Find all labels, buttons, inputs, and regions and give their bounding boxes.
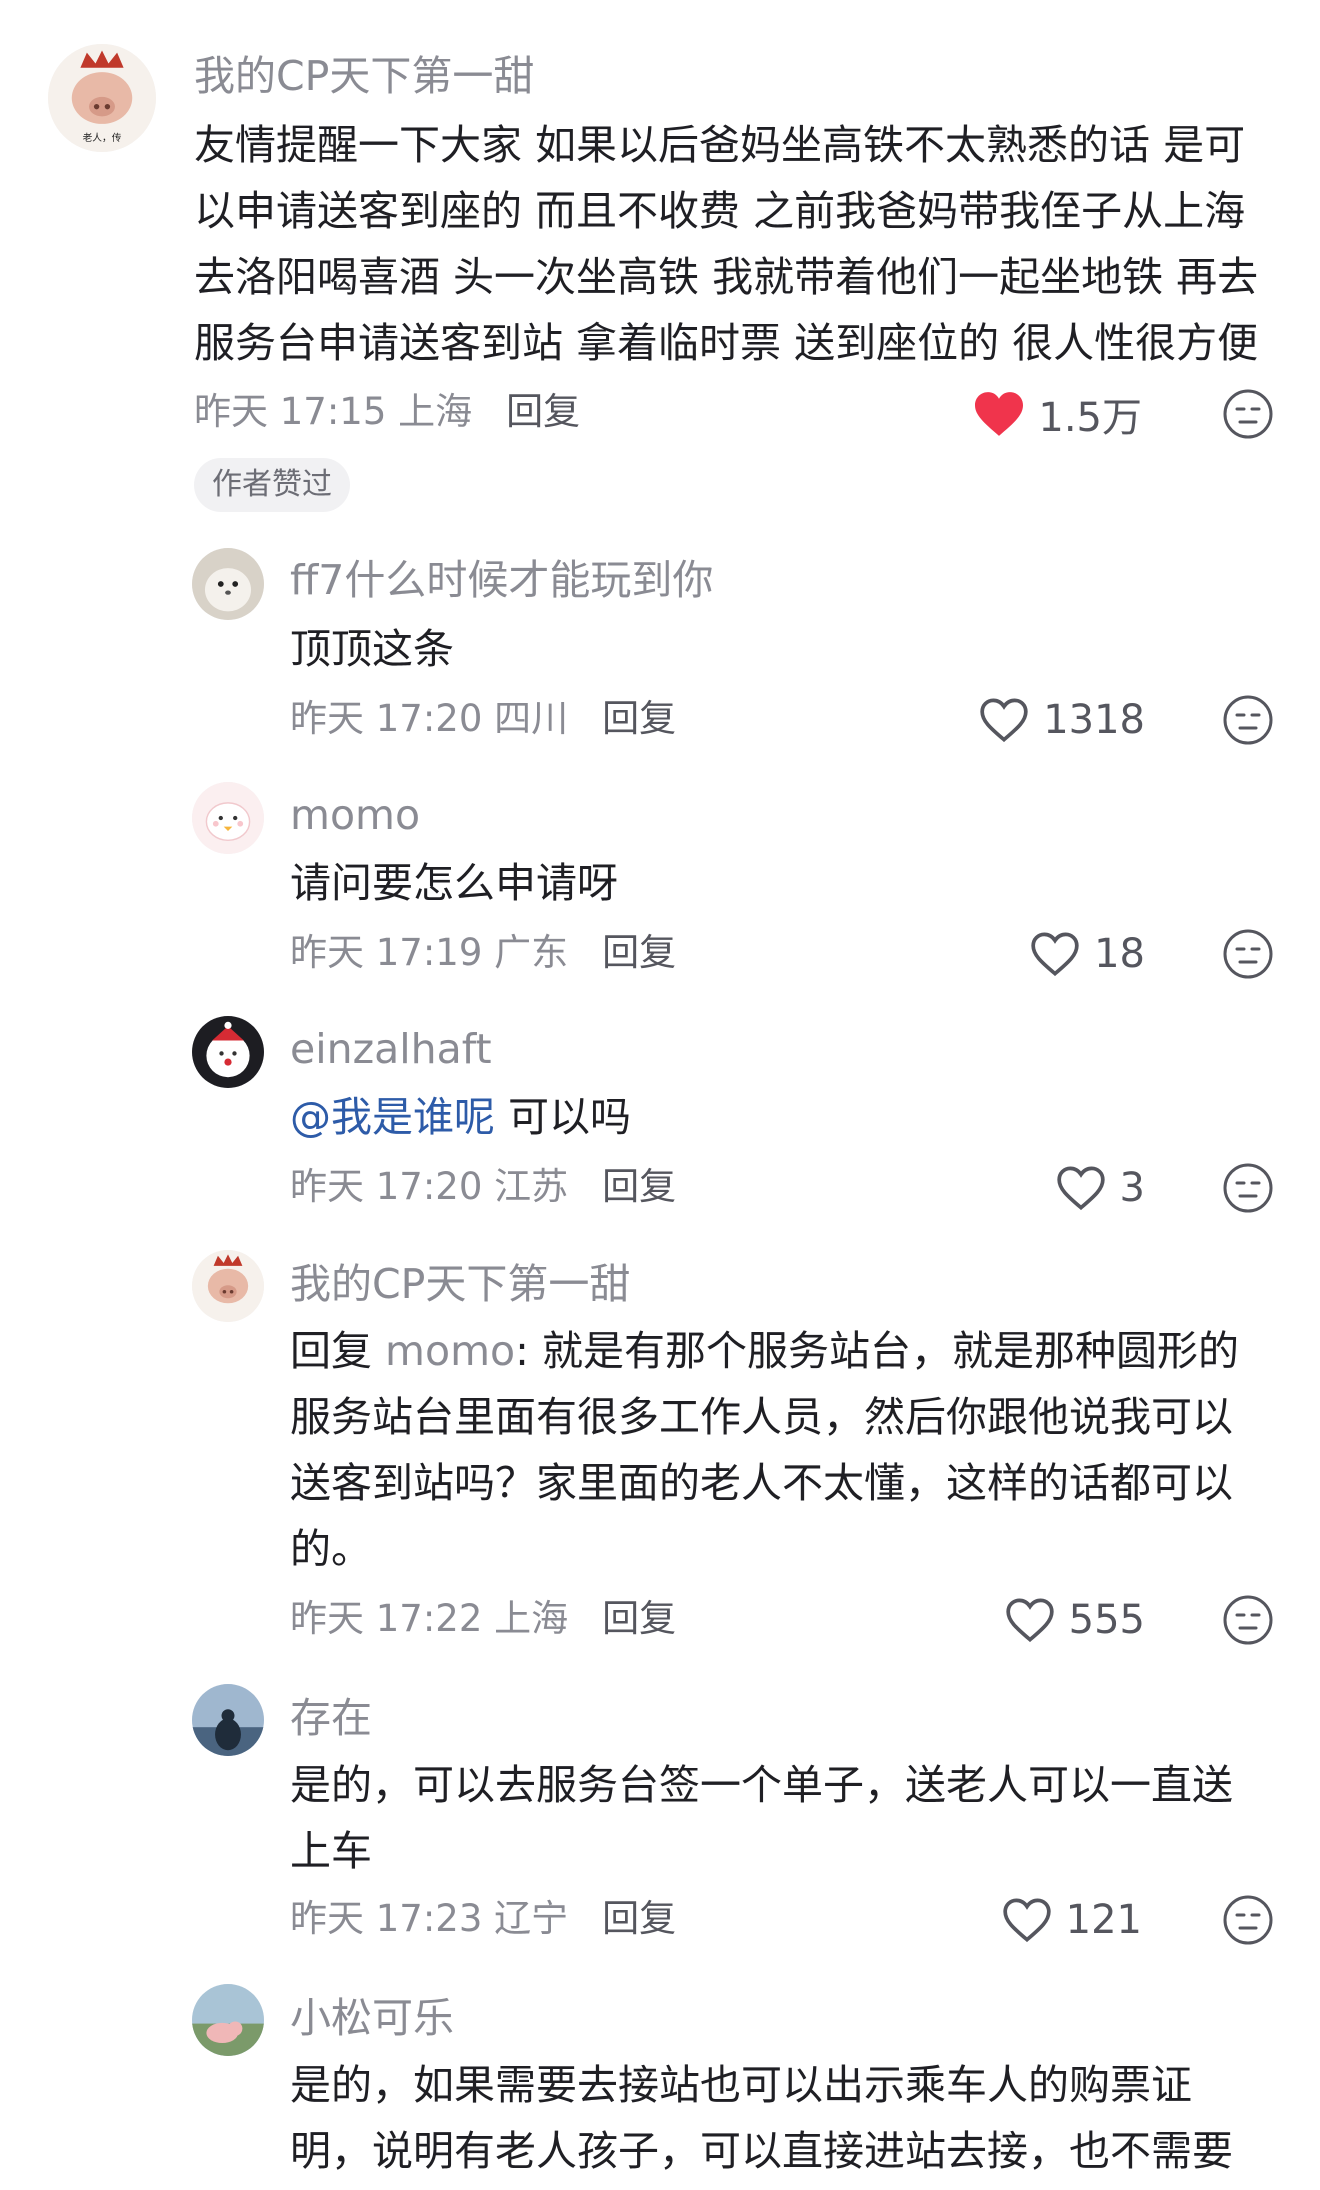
svg-text:老人，传: 老人，传	[83, 131, 122, 144]
like-button[interactable]: 555	[1003, 1590, 1145, 1650]
like-button[interactable]: 121	[1000, 1890, 1142, 1950]
username[interactable]: 小松可乐	[290, 1998, 454, 2039]
like-button[interactable]: 1.5万	[972, 384, 1142, 444]
comment-time: 昨天 17:20 四川	[290, 697, 569, 740]
user-avatar[interactable]: 老人，传	[48, 44, 156, 152]
user-avatar[interactable]	[192, 1984, 264, 2056]
dislike-face-icon	[1223, 695, 1273, 745]
seal-avatar	[192, 548, 264, 620]
comment-meta: 昨天 17:15 上海 回复	[194, 393, 580, 430]
comment-time: 昨天 17:20 江苏	[290, 1165, 569, 1208]
dislike-face-icon	[1223, 389, 1273, 439]
username[interactable]: 我的CP天下第一甜	[194, 56, 534, 97]
heart-icon	[1005, 1598, 1054, 1643]
comment-meta: 昨天 17:23 辽宁 回复	[290, 1900, 676, 1937]
reply-button[interactable]: 回复	[602, 1165, 676, 1208]
comment-text: 是的，可以去服务台签一个单子，送老人可以一直送上车	[290, 1761, 1233, 1875]
user-avatar[interactable]	[192, 1250, 264, 1322]
reply-button[interactable]: 回复	[602, 1897, 676, 1940]
username[interactable]: ff7什么时候才能玩到你	[290, 560, 713, 601]
dislike-button[interactable]	[1222, 928, 1274, 980]
comment-text: 顶顶这条	[290, 625, 454, 673]
heart-icon	[1002, 1898, 1051, 1943]
heart-icon	[975, 392, 1024, 436]
cartoon-chick-avatar	[192, 782, 264, 854]
like-button[interactable]: 18	[1028, 924, 1145, 984]
pig-with-crown-avatar	[192, 1250, 264, 1322]
comment-text: 回复 momo: 就是有那个服务站台，就是那种圆形的服务站台里面有很多工作人员，…	[290, 1318, 1270, 1582]
user-avatar[interactable]	[192, 1684, 264, 1756]
comment-meta: 昨天 17:19 广东 回复	[290, 934, 676, 971]
comment-time: 昨天 17:23 辽宁	[290, 1897, 569, 1940]
user-avatar[interactable]	[192, 782, 264, 854]
dislike-button[interactable]	[1222, 388, 1274, 440]
like-count: 1318	[1043, 697, 1145, 743]
reply-prefix: 回复	[290, 1327, 386, 1375]
landscape-person-avatar	[192, 1684, 264, 1756]
reply-button[interactable]: 回复	[602, 1597, 676, 1640]
dislike-face-icon	[1223, 1595, 1273, 1645]
comment-text: 友情提醒一下大家 如果以后爸妈坐高铁不太熟悉的话 是可以申请送客到座的 而且不收…	[194, 121, 1259, 367]
dislike-face-icon	[1223, 1163, 1273, 1213]
comment-meta: 昨天 17:20 四川 回复	[290, 700, 676, 737]
heart-icon	[1056, 1166, 1105, 1211]
pig-landscape-avatar	[192, 1984, 264, 2056]
like-count: 121	[1065, 1897, 1142, 1943]
reply-button[interactable]: 回复	[602, 697, 676, 740]
user-avatar[interactable]	[192, 1016, 264, 1088]
like-count: 555	[1068, 1597, 1145, 1643]
comment-time: 昨天 17:19 广东	[290, 931, 569, 974]
username[interactable]: 存在	[290, 1698, 372, 1739]
heart-icon	[1031, 932, 1079, 977]
username[interactable]: einzalhaft	[290, 1029, 492, 1070]
comment-time: 昨天 17:22 上海	[290, 1597, 569, 1640]
reply-button[interactable]: 回复	[506, 390, 580, 433]
username[interactable]: momo	[290, 795, 420, 836]
comment-meta: 昨天 17:22 上海 回复	[290, 1600, 676, 1637]
dislike-button[interactable]	[1222, 1894, 1274, 1946]
comment-text: @我是谁呢 可以吗	[290, 1084, 1282, 1150]
comment-text: 请问要怎么申请呀	[290, 859, 618, 907]
dislike-face-icon	[1223, 1895, 1273, 1945]
author-liked-badge: 作者赞过	[194, 458, 350, 512]
like-count: 18	[1094, 931, 1145, 977]
dislike-face-icon	[1223, 929, 1273, 979]
pig-with-crown-avatar: 老人，传	[48, 44, 156, 152]
reply-button[interactable]: 回复	[602, 931, 676, 974]
like-count: 3	[1119, 1165, 1145, 1211]
comment-meta: 昨天 17:20 江苏 回复	[290, 1168, 676, 1205]
dislike-button[interactable]	[1222, 1162, 1274, 1214]
christmas-bear-avatar	[192, 1016, 264, 1088]
comment-time: 昨天 17:15 上海	[194, 390, 473, 433]
comment-text: 是的，如果需要去接站也可以出示乘车人的购票证明，说明有老人孩子，可以直接进站去接…	[290, 2061, 1233, 2175]
mention-link[interactable]: @我是谁呢	[290, 1093, 495, 1141]
username[interactable]: 我的CP天下第一甜	[290, 1264, 630, 1305]
dislike-button[interactable]	[1222, 694, 1274, 746]
user-avatar[interactable]	[192, 548, 264, 620]
like-button[interactable]: 1318	[977, 690, 1145, 750]
reply-to-user[interactable]: momo	[385, 1327, 515, 1375]
comment-text-body: 可以吗	[495, 1093, 632, 1141]
like-count: 1.5万	[1038, 395, 1142, 441]
like-button[interactable]: 3	[1054, 1158, 1145, 1218]
dislike-button[interactable]	[1222, 1594, 1274, 1646]
heart-icon	[980, 698, 1028, 743]
